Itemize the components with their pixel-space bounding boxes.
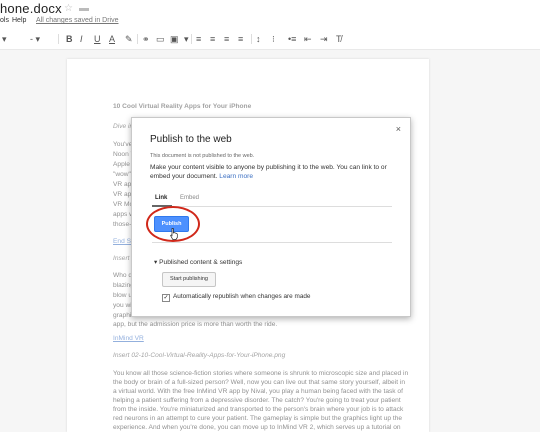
published-content-settings-toggle[interactable]: ▾ Published content & settings xyxy=(154,258,242,266)
publish-status: This document is not published to the we… xyxy=(150,153,255,159)
section-divider xyxy=(152,242,392,243)
menu-item-help[interactable]: Help xyxy=(12,17,26,24)
align-right-icon[interactable]: ≡ xyxy=(224,33,229,45)
hand-cursor-icon xyxy=(170,228,178,240)
bold-button[interactable]: B xyxy=(66,33,73,45)
dropdown-arrow-icon[interactable]: ▾ xyxy=(2,33,7,45)
text-color-button[interactable]: A xyxy=(109,33,115,45)
numbered-list-icon[interactable]: ⁝ xyxy=(272,33,275,45)
saved-status[interactable]: All changes saved in Drive xyxy=(36,17,119,24)
toolbar: ▾ - ▾ B I U A ✎ ⚭ ▭ ▣ ▾ ≡ ≡ ≡ ≡ ↕ ⁝ •≡ ⇤… xyxy=(0,29,540,50)
link-icon[interactable]: ⚭ xyxy=(142,33,150,45)
tab-divider xyxy=(152,206,392,207)
dropdown-arrow-icon[interactable]: ▾ xyxy=(184,33,189,45)
align-left-icon[interactable]: ≡ xyxy=(196,33,201,45)
align-justify-icon[interactable]: ≡ xyxy=(238,33,243,45)
description-text: Make your content visible to anyone by p… xyxy=(150,164,387,180)
tab-embed[interactable]: Embed xyxy=(180,195,199,201)
underline-button[interactable]: U xyxy=(94,33,101,45)
dialog-title: Publish to the web xyxy=(150,134,232,145)
publish-dialog: Publish to the web × This document is no… xyxy=(131,117,411,317)
clear-formatting-icon[interactable]: T̸ xyxy=(336,33,342,45)
increase-indent-icon[interactable]: ⇥ xyxy=(320,33,328,45)
tab-link[interactable]: Link xyxy=(155,195,167,201)
dialog-description: Make your content visible to anyone by p… xyxy=(150,163,395,181)
title-bar: hone.docx ☆ ▬ xyxy=(0,0,540,16)
auto-republish-checkbox[interactable]: ✓ xyxy=(162,294,170,302)
menu-bar: ols Help All changes saved in Drive xyxy=(0,16,540,29)
auto-republish-label: Automatically republish when changes are… xyxy=(173,293,311,300)
learn-more-link[interactable]: Learn more xyxy=(219,173,253,180)
start-publishing-button[interactable]: Start publishing xyxy=(162,272,216,287)
image-icon[interactable]: ▣ xyxy=(170,33,179,45)
comment-icon[interactable]: ▭ xyxy=(156,33,165,45)
align-center-icon[interactable]: ≡ xyxy=(210,33,215,45)
toolbar-divider xyxy=(251,34,252,44)
document-title[interactable]: hone.docx xyxy=(0,1,62,16)
bulleted-list-icon[interactable]: •≡ xyxy=(288,33,296,45)
star-icon[interactable]: ☆ xyxy=(64,3,73,14)
toolbar-divider xyxy=(191,34,192,44)
italic-button[interactable]: I xyxy=(80,33,83,45)
close-icon[interactable]: × xyxy=(396,124,401,134)
toolbar-divider xyxy=(58,34,59,44)
folder-icon[interactable]: ▬ xyxy=(79,3,89,14)
toolbar-divider xyxy=(137,34,138,44)
decrease-indent-icon[interactable]: ⇤ xyxy=(304,33,312,45)
line-spacing-icon[interactable]: ↕ xyxy=(256,33,261,45)
font-size-dropdown[interactable]: - ▾ xyxy=(30,33,40,45)
highlight-icon[interactable]: ✎ xyxy=(125,33,133,45)
menu-item-tools[interactable]: ols xyxy=(0,17,9,24)
